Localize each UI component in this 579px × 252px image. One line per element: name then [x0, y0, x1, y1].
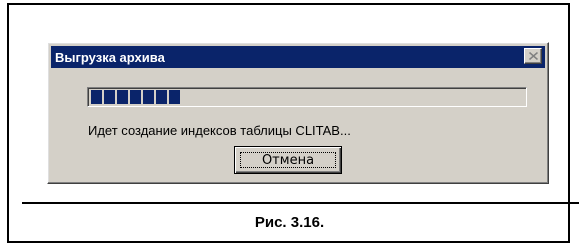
progress-block [156, 90, 167, 104]
caption-divider [22, 202, 579, 204]
progress-block [104, 90, 115, 104]
cancel-button[interactable]: Отмена [234, 146, 342, 174]
figure-frame: Выгрузка архива Идет создание индексов т… [7, 3, 570, 243]
export-archive-dialog: Выгрузка архива Идет создание индексов т… [47, 42, 549, 184]
progress-block [130, 90, 141, 104]
progress-block [169, 90, 180, 104]
close-button[interactable] [524, 48, 542, 64]
progress-block [91, 90, 102, 104]
close-icon [528, 52, 538, 60]
cancel-button-label: Отмена [240, 152, 336, 168]
dialog-titlebar[interactable]: Выгрузка архива [51, 46, 545, 68]
progress-block [117, 90, 128, 104]
progress-bar [87, 87, 527, 107]
figure-caption: Рис. 3.16. [254, 214, 325, 231]
progress-block [143, 90, 154, 104]
dialog-title: Выгрузка архива [55, 49, 165, 65]
status-text: Идет создание индексов таблицы CLITAB... [88, 123, 351, 138]
